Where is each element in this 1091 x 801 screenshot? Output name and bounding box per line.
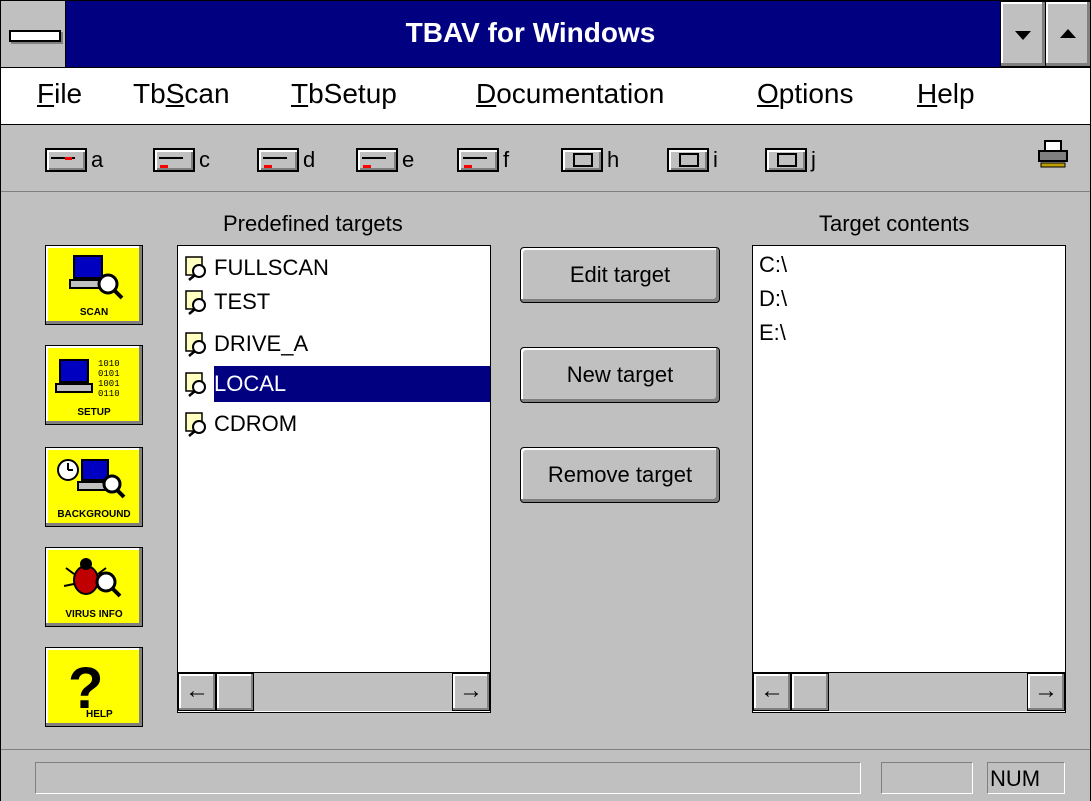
menu-file[interactable]: File bbox=[37, 78, 82, 110]
setup-icon: 1010 0101 1001 0110 bbox=[55, 359, 120, 399]
drive-j-button[interactable]: j bbox=[765, 147, 816, 173]
target-icon bbox=[185, 412, 206, 437]
setup-button[interactable]: 1010 0101 1001 0110 SETUP bbox=[45, 345, 143, 425]
list-item[interactable]: FULLSCAN bbox=[184, 252, 329, 284]
list-item[interactable]: DRIVE_A bbox=[184, 328, 308, 360]
title-bar[interactable]: TBAV for Windows bbox=[1, 1, 1091, 68]
menu-bar: File TbScan TbSetup Documentation Option… bbox=[1, 68, 1090, 125]
background-icon bbox=[57, 459, 126, 499]
svg-text:1010: 1010 bbox=[98, 359, 120, 369]
list-item[interactable]: E:\ bbox=[759, 320, 786, 346]
drive-i-button[interactable]: i bbox=[667, 147, 718, 173]
system-menu-icon bbox=[9, 30, 61, 42]
svg-text:0110: 0110 bbox=[98, 389, 120, 399]
contents-heading: Target contents bbox=[819, 211, 970, 236]
drive-c-button[interactable]: c bbox=[153, 147, 210, 173]
help-button[interactable]: ? HELP bbox=[45, 647, 143, 727]
status-message bbox=[35, 762, 861, 794]
target-icon bbox=[185, 372, 206, 397]
targets-hscrollbar[interactable]: ← → bbox=[178, 672, 490, 711]
maximize-button[interactable] bbox=[1045, 1, 1091, 67]
targets-heading: Predefined targets bbox=[223, 211, 403, 236]
network-drive-icon bbox=[667, 148, 709, 172]
list-item-selected[interactable]: LOCAL bbox=[184, 366, 490, 402]
minimize-icon bbox=[1015, 31, 1031, 40]
new-target-button[interactable]: New target bbox=[520, 347, 720, 403]
edit-target-button[interactable]: Edit target bbox=[520, 247, 720, 303]
status-field bbox=[881, 762, 973, 794]
scroll-thumb[interactable] bbox=[216, 673, 254, 711]
menu-tbscan[interactable]: TbScan bbox=[133, 78, 230, 110]
system-menu-button[interactable] bbox=[1, 1, 66, 67]
menu-options[interactable]: Options bbox=[757, 78, 854, 110]
hard-drive-icon bbox=[153, 148, 195, 172]
contents-hscrollbar[interactable]: ← → bbox=[753, 672, 1065, 711]
menu-help[interactable]: Help bbox=[917, 78, 975, 110]
target-icon bbox=[185, 290, 206, 315]
status-bar: NUM bbox=[1, 749, 1090, 801]
scroll-thumb[interactable] bbox=[791, 673, 829, 711]
scan-icon bbox=[69, 255, 124, 300]
target-icon bbox=[185, 256, 206, 281]
virus-info-icon bbox=[63, 558, 122, 598]
window-title: TBAV for Windows bbox=[405, 17, 656, 48]
drive-d-button[interactable]: d bbox=[257, 147, 315, 173]
printer-icon[interactable] bbox=[1037, 139, 1069, 169]
scroll-left-button[interactable]: ← bbox=[178, 673, 216, 711]
minimize-button[interactable] bbox=[1000, 1, 1046, 67]
remove-target-button[interactable]: Remove target bbox=[520, 447, 720, 503]
list-item[interactable]: CDROM bbox=[184, 408, 297, 440]
list-item[interactable]: TEST bbox=[184, 286, 270, 318]
targets-list[interactable]: FULLSCAN TEST DRIVE_A LOCAL CDROM ← → bbox=[177, 245, 491, 713]
scan-button[interactable]: SCAN bbox=[45, 245, 143, 325]
scroll-left-button[interactable]: ← bbox=[753, 673, 791, 711]
toolbar: a c d e f h i j bbox=[1, 125, 1090, 192]
hard-drive-icon bbox=[356, 148, 398, 172]
background-button[interactable]: BACKGROUND bbox=[45, 447, 143, 527]
num-lock-indicator: NUM bbox=[987, 762, 1065, 794]
drive-f-button[interactable]: f bbox=[457, 147, 509, 173]
target-icon bbox=[185, 332, 206, 357]
drive-e-button[interactable]: e bbox=[356, 147, 414, 173]
menu-documentation[interactable]: Documentation bbox=[476, 78, 664, 110]
app-window: TBAV for Windows File TbScan TbSetup Doc… bbox=[0, 0, 1091, 801]
menu-tbsetup[interactable]: TbSetup bbox=[291, 78, 397, 110]
list-item[interactable]: C:\ bbox=[759, 252, 787, 278]
hard-drive-icon bbox=[257, 148, 299, 172]
scroll-right-button[interactable]: → bbox=[1027, 673, 1065, 711]
contents-list[interactable]: C:\ D:\ E:\ ← → bbox=[752, 245, 1066, 713]
floppy-drive-icon bbox=[45, 148, 87, 172]
network-drive-icon bbox=[561, 148, 603, 172]
svg-text:0101: 0101 bbox=[98, 369, 120, 379]
drive-a-button[interactable]: a bbox=[45, 147, 103, 173]
maximize-icon bbox=[1060, 29, 1076, 38]
scroll-right-button[interactable]: → bbox=[452, 673, 490, 711]
list-item[interactable]: D:\ bbox=[759, 286, 787, 312]
cdrom-drive-icon bbox=[457, 148, 499, 172]
drive-h-button[interactable]: h bbox=[561, 147, 619, 173]
network-drive-icon bbox=[765, 148, 807, 172]
svg-text:1001: 1001 bbox=[98, 379, 120, 389]
virus-info-button[interactable]: VIRUS INFO bbox=[45, 547, 143, 627]
